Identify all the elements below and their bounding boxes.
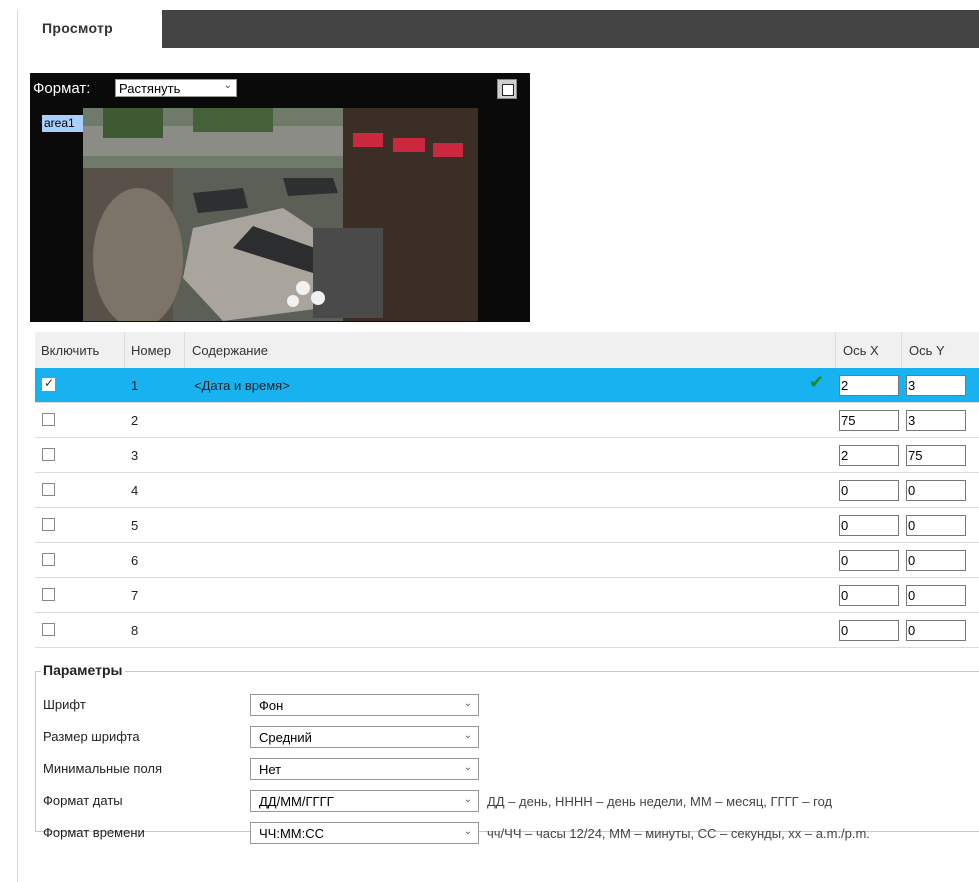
axis-x-input[interactable]: 75 bbox=[839, 410, 899, 431]
enable-checkbox[interactable] bbox=[42, 623, 55, 636]
table-row[interactable]: 3 2 75 bbox=[35, 438, 979, 473]
tab-preview[interactable]: Просмотр bbox=[20, 10, 162, 48]
font-size-label: Размер шрифта bbox=[43, 729, 140, 744]
table-row[interactable]: 4 0 0 bbox=[35, 473, 979, 508]
row-number: 6 bbox=[131, 553, 139, 568]
header-number: Номер bbox=[131, 343, 172, 358]
date-format-hint: ДД – день, НННН – день недели, ММ – меся… bbox=[487, 794, 833, 809]
min-margins-select-value: Нет bbox=[259, 762, 282, 777]
row-number: 8 bbox=[131, 623, 139, 638]
camera-image bbox=[83, 108, 478, 321]
format-label: Формат: bbox=[33, 80, 91, 97]
chevron-down-icon: ⌄ bbox=[223, 80, 232, 91]
time-format-select[interactable]: ЧЧ:ММ:СС ⌄ bbox=[250, 822, 479, 844]
fullscreen-icon[interactable] bbox=[497, 79, 517, 99]
min-margins-label: Минимальные поля bbox=[43, 761, 163, 776]
axis-y-input[interactable]: 0 bbox=[906, 480, 966, 501]
page-left-border bbox=[17, 10, 18, 882]
axis-y-input[interactable]: 3 bbox=[906, 375, 966, 396]
chevron-down-icon: ⌄ bbox=[463, 826, 472, 837]
enable-checkbox[interactable] bbox=[42, 413, 55, 426]
table-row[interactable]: 8 0 0 bbox=[35, 613, 979, 648]
axis-y-input[interactable]: 0 bbox=[906, 585, 966, 606]
font-size-select[interactable]: Средний ⌄ bbox=[250, 726, 479, 748]
axis-y-input[interactable]: 0 bbox=[906, 620, 966, 641]
check-icon[interactable]: ✔ bbox=[809, 372, 824, 393]
column-divider bbox=[835, 332, 836, 368]
enable-checkbox[interactable] bbox=[42, 588, 55, 601]
enable-checkbox[interactable] bbox=[42, 448, 55, 461]
enable-checkbox[interactable] bbox=[42, 553, 55, 566]
row-number: 1 bbox=[131, 378, 139, 393]
table-row[interactable]: 6 0 0 bbox=[35, 543, 979, 578]
area-label[interactable]: area1 bbox=[42, 115, 83, 132]
font-select-value: Фон bbox=[259, 698, 284, 713]
time-format-select-value: ЧЧ:ММ:СС bbox=[259, 826, 324, 841]
enable-checkbox[interactable] bbox=[42, 518, 55, 531]
header-enable: Включить bbox=[41, 343, 100, 358]
enable-checkbox[interactable] bbox=[42, 483, 55, 496]
axis-x-input[interactable]: 0 bbox=[839, 550, 899, 571]
chevron-down-icon: ⌄ bbox=[463, 698, 472, 709]
row-number: 5 bbox=[131, 518, 139, 533]
axis-x-input[interactable]: 0 bbox=[839, 515, 899, 536]
row-content[interactable]: <Дата и время> bbox=[194, 378, 290, 393]
column-divider bbox=[184, 332, 185, 368]
axis-x-input[interactable]: 2 bbox=[839, 375, 899, 396]
table-row[interactable]: 2 75 3 bbox=[35, 403, 979, 438]
tab-bar bbox=[20, 10, 979, 48]
date-format-select[interactable]: ДД/ММ/ГГГГ ⌄ bbox=[250, 790, 479, 812]
column-divider bbox=[124, 332, 125, 368]
column-divider bbox=[901, 332, 902, 368]
format-select-value: Растянуть bbox=[119, 81, 181, 96]
row-number: 2 bbox=[131, 413, 139, 428]
parameters-title: Параметры bbox=[41, 662, 125, 678]
font-size-select-value: Средний bbox=[259, 730, 312, 745]
axis-y-input[interactable]: 0 bbox=[906, 515, 966, 536]
enable-checkbox[interactable]: ✓ bbox=[42, 376, 55, 391]
axis-x-input[interactable]: 0 bbox=[839, 480, 899, 501]
format-select[interactable]: Растянуть ⌄ bbox=[115, 79, 237, 97]
chevron-down-icon: ⌄ bbox=[463, 762, 472, 773]
time-format-label: Формат времени bbox=[43, 825, 145, 840]
table-header bbox=[35, 332, 979, 369]
table-row[interactable]: 5 0 0 bbox=[35, 508, 979, 543]
date-format-select-value: ДД/ММ/ГГГГ bbox=[259, 794, 334, 809]
header-axis-y: Ось Y bbox=[909, 343, 945, 358]
axis-x-input[interactable]: 0 bbox=[839, 620, 899, 641]
table-row[interactable]: ✓ 1 <Дата и время> ✔ 2 3 bbox=[35, 368, 979, 403]
table-row[interactable]: 7 0 0 bbox=[35, 578, 979, 613]
header-axis-x: Ось X bbox=[843, 343, 879, 358]
time-format-hint: чч/ЧЧ – часы 12/24, ММ – минуты, СС – се… bbox=[487, 826, 870, 841]
chevron-down-icon: ⌄ bbox=[463, 730, 472, 741]
row-number: 3 bbox=[131, 448, 139, 463]
font-select[interactable]: Фон ⌄ bbox=[250, 694, 479, 716]
min-margins-select[interactable]: Нет ⌄ bbox=[250, 758, 479, 780]
axis-y-input[interactable]: 0 bbox=[906, 550, 966, 571]
font-label: Шрифт bbox=[43, 697, 86, 712]
axis-x-input[interactable]: 2 bbox=[839, 445, 899, 466]
date-format-label: Формат даты bbox=[43, 793, 123, 808]
row-number: 4 bbox=[131, 483, 139, 498]
axis-y-input[interactable]: 75 bbox=[906, 445, 966, 466]
row-number: 7 bbox=[131, 588, 139, 603]
chevron-down-icon: ⌄ bbox=[463, 794, 472, 805]
axis-y-input[interactable]: 3 bbox=[906, 410, 966, 431]
checkmark-icon: ✓ bbox=[44, 376, 55, 390]
axis-x-input[interactable]: 0 bbox=[839, 585, 899, 606]
header-content: Содержание bbox=[192, 343, 268, 358]
